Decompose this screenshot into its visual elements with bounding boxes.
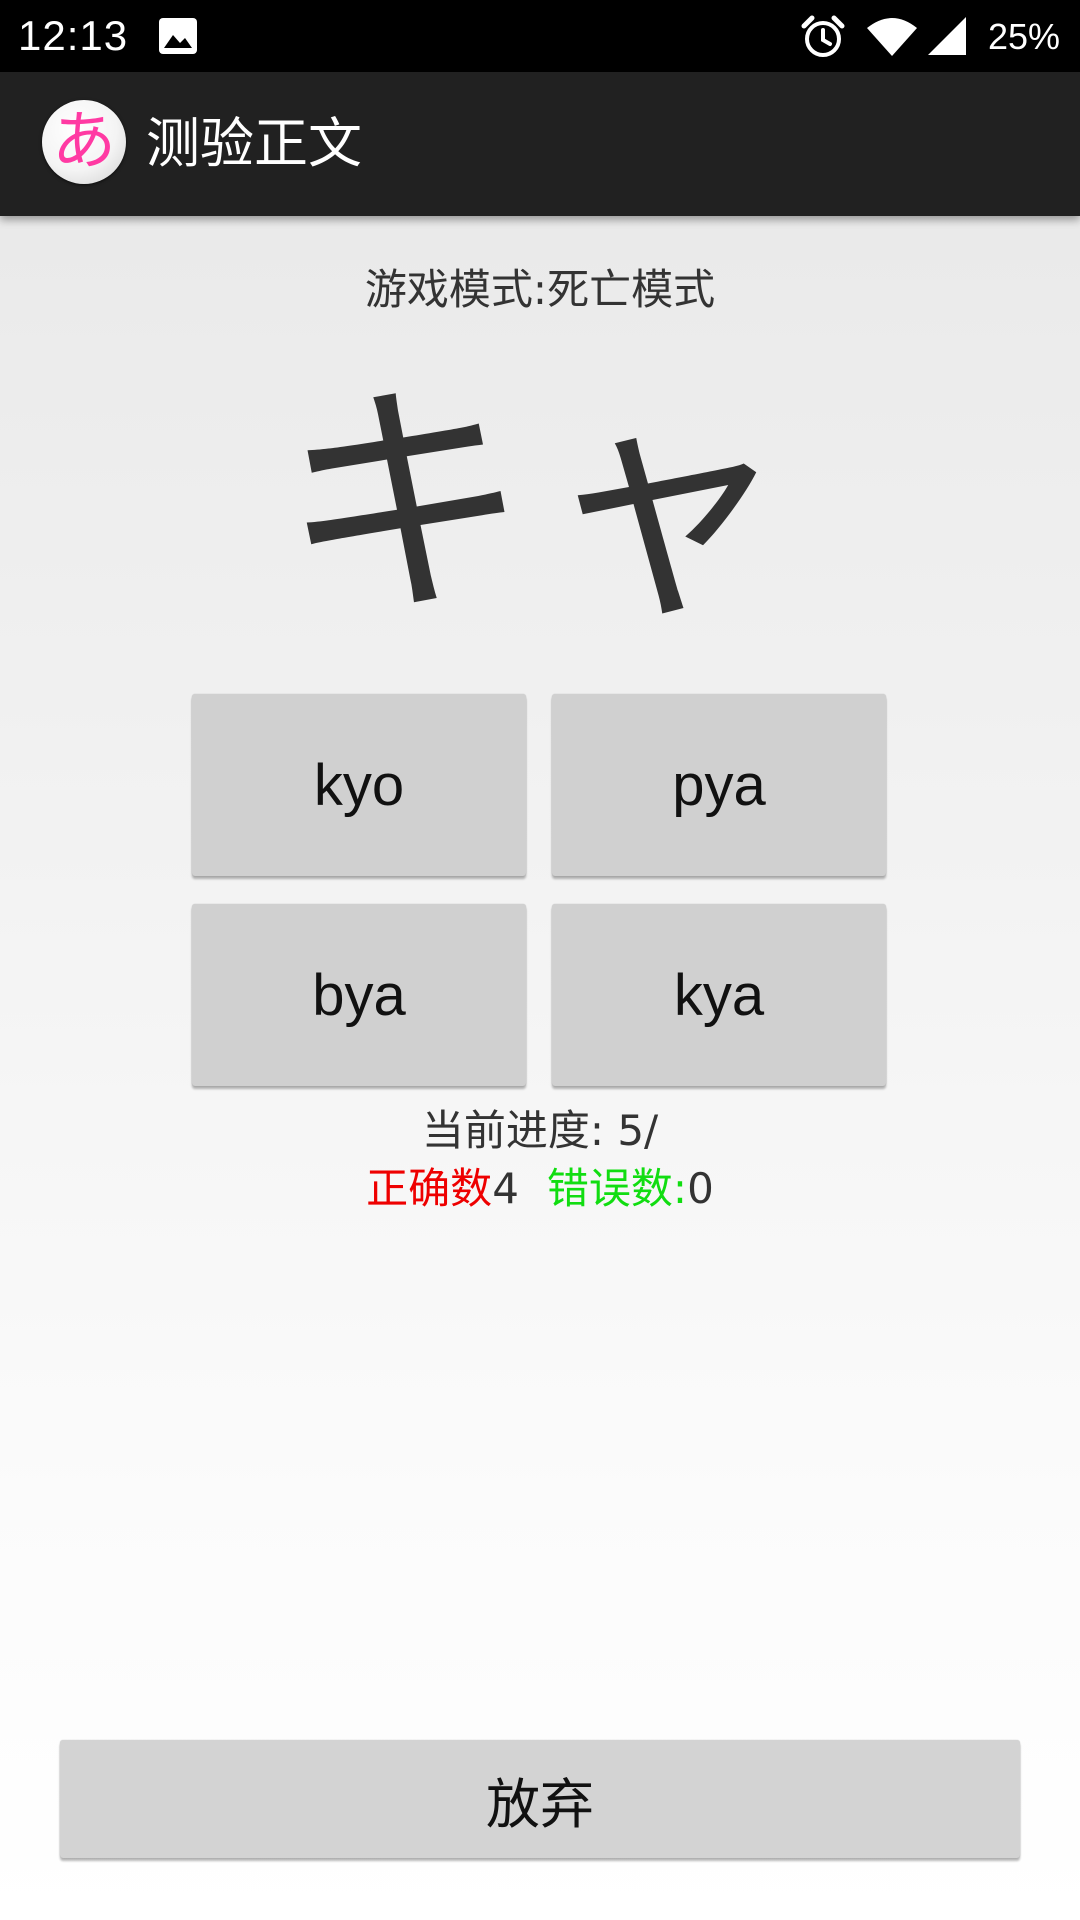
signal-icon xyxy=(928,17,966,55)
page-title: 测验正文 xyxy=(146,112,362,175)
answer-option-2[interactable]: pya xyxy=(552,694,886,876)
game-mode-label: 游戏模式:死亡模式 xyxy=(364,265,716,314)
wrong-count-label: 错误数: xyxy=(546,1164,688,1213)
wifi-icon xyxy=(867,18,917,56)
progress-label: 当前进度: 5/ xyxy=(421,1106,659,1155)
give-up-button[interactable]: 放弃 xyxy=(60,1740,1020,1858)
wrong-count-value: 0 xyxy=(687,1164,714,1213)
score-stats: 正确数4 错误数:0 xyxy=(0,1160,1080,1218)
battery-percentage: 25% xyxy=(988,16,1061,57)
correct-count-value: 4 xyxy=(492,1164,519,1213)
alarm-icon xyxy=(801,15,845,57)
app-bar: あ 测验正文 xyxy=(0,72,1080,216)
answer-option-4[interactable]: kya xyxy=(552,904,886,1086)
status-time: 12:13 xyxy=(18,12,129,59)
app-logo: あ xyxy=(42,100,126,184)
answer-option-1[interactable]: kyo xyxy=(192,694,526,876)
image-icon xyxy=(159,18,197,54)
kana-question: キャ xyxy=(280,359,800,650)
status-bar: 12:13 25% xyxy=(0,0,1080,72)
correct-count-label: 正确数 xyxy=(366,1164,493,1213)
answer-option-3[interactable]: bya xyxy=(192,904,526,1086)
